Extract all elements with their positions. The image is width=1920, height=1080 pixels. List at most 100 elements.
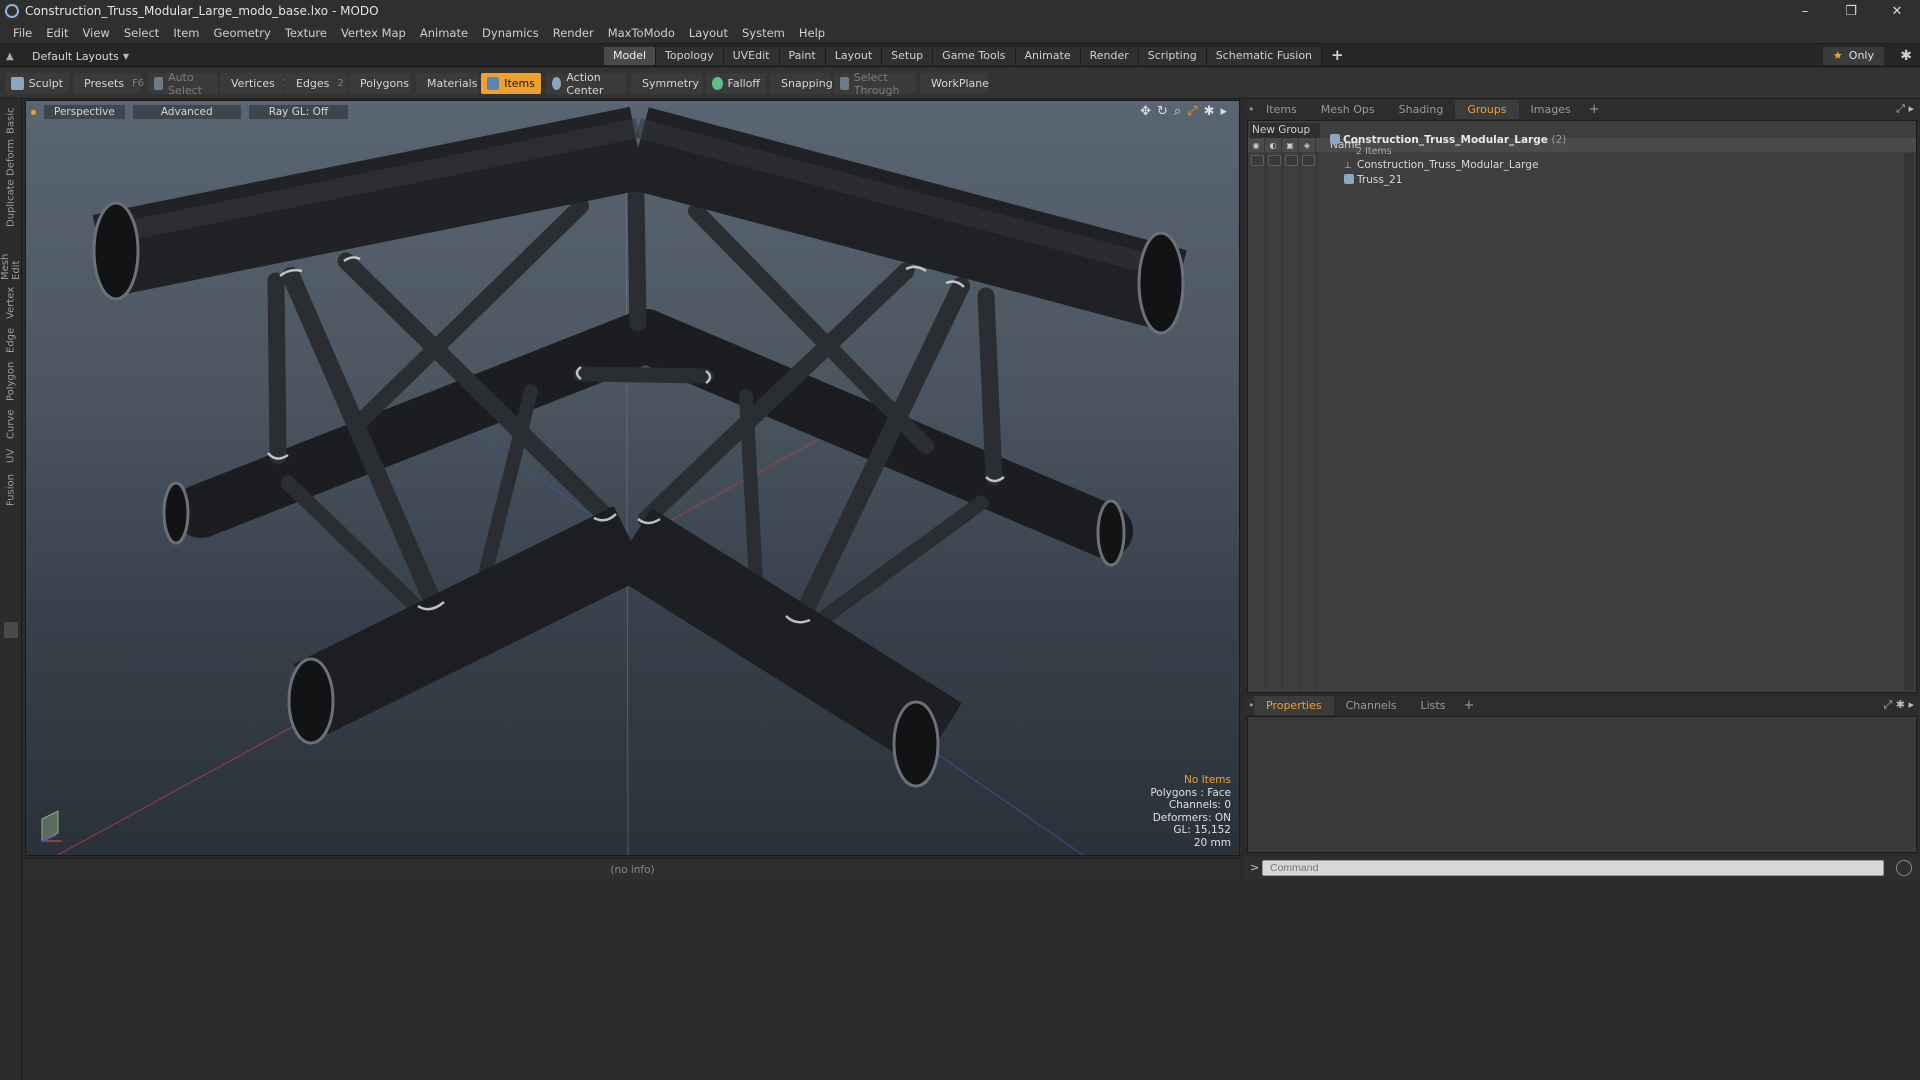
- layout-collapse-icon[interactable]: ▲: [6, 51, 18, 62]
- tab-game-tools[interactable]: Game Tools: [933, 47, 1016, 65]
- tab-uvedit[interactable]: UVEdit: [723, 47, 780, 65]
- palette-tab-edge[interactable]: Edge: [3, 326, 19, 354]
- add-props-tab-icon[interactable]: +: [1457, 696, 1480, 715]
- palette-tab-deform[interactable]: Deform: [3, 138, 19, 175]
- group-lock-toggle[interactable]: [1285, 155, 1298, 166]
- menu-select[interactable]: Select: [117, 26, 166, 40]
- panel-expand-icon[interactable]: ⤢ ▸: [1896, 102, 1914, 116]
- palette-tab-duplicate[interactable]: Duplicate: [3, 179, 19, 227]
- menu-system[interactable]: System: [735, 26, 792, 40]
- command-history-button[interactable]: [1896, 860, 1912, 876]
- select-column-icon[interactable]: ◈: [1299, 138, 1316, 152]
- materials-button[interactable]: Materials: [416, 73, 478, 94]
- snapping-button[interactable]: Snapping: [770, 73, 833, 94]
- menu-texture[interactable]: Texture: [278, 26, 334, 40]
- group-select-toggle[interactable]: [1302, 155, 1315, 166]
- group-child-row[interactable]: Truss_21: [1316, 173, 1914, 188]
- presets-button[interactable]: Presets F6: [73, 73, 144, 94]
- menu-edit[interactable]: Edit: [39, 26, 75, 40]
- tab-lists[interactable]: Lists: [1409, 696, 1458, 715]
- raygl-dropdown[interactable]: Ray GL: Off: [248, 105, 349, 119]
- palette-tab-basic[interactable]: Basic: [3, 108, 19, 134]
- tab-channels[interactable]: Channels: [1334, 696, 1409, 715]
- tab-items[interactable]: Items: [1254, 100, 1309, 119]
- menu-dynamics[interactable]: Dynamics: [475, 26, 546, 40]
- fit-view-icon[interactable]: ⤢: [1187, 104, 1197, 119]
- render-column-icon[interactable]: ◐: [1265, 138, 1282, 152]
- group-child-row[interactable]: ⊥ Construction_Truss_Modular_Large: [1316, 158, 1914, 173]
- select-through-button[interactable]: Select Through: [834, 71, 916, 97]
- tab-model[interactable]: Model: [604, 47, 657, 65]
- palette-tab-mesh-edit[interactable]: Mesh Edit: [0, 232, 22, 280]
- viewport-settings-icon[interactable]: ✱: [1204, 104, 1215, 119]
- menu-help[interactable]: Help: [792, 26, 832, 40]
- palette-tab-fusion[interactable]: Fusion: [3, 472, 19, 508]
- tab-images[interactable]: Images: [1519, 100, 1583, 119]
- vertices-button[interactable]: Vertices1: [220, 73, 289, 94]
- props-menu-icon[interactable]: •: [1244, 696, 1255, 715]
- menu-render[interactable]: Render: [546, 26, 601, 40]
- tab-layout[interactable]: Layout: [825, 47, 883, 65]
- auto-select-button[interactable]: Auto Select: [148, 71, 218, 97]
- workplane-button[interactable]: WorkPlane: [920, 73, 989, 94]
- menu-view[interactable]: View: [76, 26, 117, 40]
- shading-mode-dropdown[interactable]: Advanced: [132, 105, 241, 119]
- tab-animate[interactable]: Animate: [1015, 47, 1081, 65]
- add-panel-tab-icon[interactable]: +: [1583, 100, 1606, 119]
- menu-layout[interactable]: Layout: [682, 26, 735, 40]
- action-center-button[interactable]: Action Center: [546, 71, 626, 97]
- falloff-button[interactable]: Falloff: [706, 73, 766, 94]
- tab-render[interactable]: Render: [1080, 47, 1139, 65]
- tab-scripting[interactable]: Scripting: [1138, 47, 1207, 65]
- menu-maxtomodo[interactable]: MaxToModo: [601, 26, 682, 40]
- only-toggle[interactable]: ★ Only: [1822, 47, 1884, 65]
- tab-shading[interactable]: Shading: [1387, 100, 1456, 119]
- move-view-icon[interactable]: ✥: [1140, 104, 1151, 119]
- palette-tab-curve[interactable]: Curve: [3, 408, 19, 440]
- tab-setup[interactable]: Setup: [882, 47, 934, 65]
- truss-model-render[interactable]: [26, 101, 1240, 856]
- 3d-viewport[interactable]: Perspective Advanced Ray GL: Off ✥ ↻ ⌕ ⤢…: [25, 100, 1240, 856]
- restore-icon[interactable]: ❐: [1828, 0, 1874, 22]
- lock-column-icon[interactable]: ▣: [1282, 138, 1299, 152]
- new-group-button[interactable]: New Group: [1250, 123, 1321, 138]
- palette-tab-polygon[interactable]: Polygon: [3, 360, 19, 402]
- viewport-menu-icon[interactable]: [31, 109, 36, 115]
- gear-icon[interactable]: ✱: [1900, 47, 1912, 65]
- menu-geometry[interactable]: Geometry: [207, 26, 278, 40]
- minimize-icon[interactable]: –: [1782, 0, 1828, 22]
- sculpt-button[interactable]: Sculpt: [5, 73, 69, 94]
- tab-schematic-fusion[interactable]: Schematic Fusion: [1206, 47, 1323, 65]
- close-icon[interactable]: ✕: [1874, 0, 1920, 22]
- tab-properties[interactable]: Properties: [1254, 696, 1334, 715]
- group-render-toggle[interactable]: [1268, 155, 1281, 166]
- layouts-dropdown[interactable]: ▲ Default Layouts ▼: [6, 47, 129, 65]
- tab-paint[interactable]: Paint: [779, 47, 826, 65]
- command-input[interactable]: [1262, 860, 1884, 876]
- menu-animate[interactable]: Animate: [413, 26, 475, 40]
- tab-mesh-ops[interactable]: Mesh Ops: [1309, 100, 1387, 119]
- props-expand-icon[interactable]: ⤢ ✱ ▸: [1883, 698, 1914, 712]
- view-type-dropdown[interactable]: Perspective: [44, 105, 125, 119]
- palette-tab-uv[interactable]: UV: [3, 446, 19, 466]
- panel-menu-icon[interactable]: •: [1244, 100, 1255, 119]
- items-button[interactable]: Items: [481, 73, 541, 94]
- symmetry-button[interactable]: Symmetry: [631, 73, 703, 94]
- group-visibility-toggle[interactable]: [1251, 155, 1264, 166]
- zoom-view-icon[interactable]: ⌕: [1174, 104, 1181, 119]
- menu-file[interactable]: File: [6, 26, 39, 40]
- tab-topology[interactable]: Topology: [656, 47, 724, 65]
- add-tab-icon[interactable]: +: [1322, 47, 1353, 65]
- menu-item[interactable]: Item: [166, 26, 206, 40]
- visibility-column-icon[interactable]: ◉: [1248, 138, 1265, 152]
- groups-scrollbar[interactable]: [1904, 153, 1914, 690]
- tab-groups[interactable]: Groups: [1455, 100, 1519, 119]
- palette-expand-button[interactable]: [4, 622, 18, 638]
- edges-button[interactable]: Edges 2: [285, 73, 347, 94]
- items-icon: [487, 77, 500, 90]
- viewport-expand-icon[interactable]: ▸: [1220, 104, 1227, 119]
- rotate-view-icon[interactable]: ↻: [1157, 104, 1168, 119]
- menu-vertex-map[interactable]: Vertex Map: [334, 26, 413, 40]
- palette-tab-vertex[interactable]: Vertex: [3, 286, 19, 320]
- polygons-button[interactable]: Polygons: [349, 73, 411, 94]
